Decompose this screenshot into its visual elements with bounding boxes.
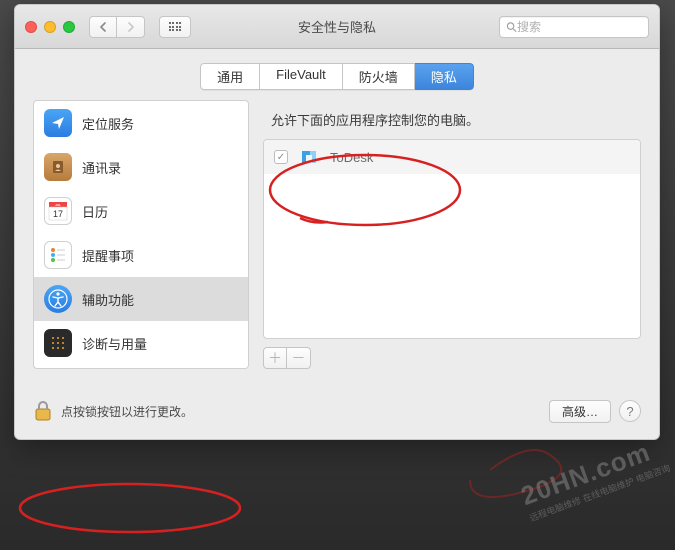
tab-firewall[interactable]: 防火墙 xyxy=(343,63,415,90)
advanced-button[interactable]: 高级… xyxy=(549,400,611,423)
detail-description: 允许下面的应用程序控制您的电脑。 xyxy=(263,100,641,139)
sidebar-item-label: 诊断与用量 xyxy=(82,334,147,353)
app-row[interactable]: ✓ ToDesk xyxy=(264,140,640,174)
preferences-window: 安全性与隐私 通用 FileVault 防火墙 隐私 定位服务 xyxy=(14,4,660,440)
sidebar-item-label: 日历 xyxy=(82,202,108,221)
detail-pane: 允许下面的应用程序控制您的电脑。 ✓ ToDesk ＋ － xyxy=(263,100,641,369)
add-remove-buttons: ＋ － xyxy=(263,347,641,369)
watermark: 20HN.com 远程电脑维修 在线电脑维护 电脑咨询 xyxy=(517,432,672,524)
sidebar-item-label: 定位服务 xyxy=(82,114,134,133)
sidebar-item-reminders[interactable]: 提醒事项 xyxy=(34,233,248,277)
sidebar-item-location[interactable]: 定位服务 xyxy=(34,101,248,145)
grid-icon xyxy=(169,22,182,31)
sidebar-item-diagnostics[interactable]: 诊断与用量 xyxy=(34,321,248,365)
privacy-sidebar: 定位服务 通讯录 JUL 17 日历 提醒事项 xyxy=(33,100,249,369)
show-all-button[interactable] xyxy=(159,16,191,38)
calendar-icon: JUL 17 xyxy=(44,197,72,225)
help-button[interactable]: ? xyxy=(619,400,641,422)
tab-bar: 通用 FileVault 防火墙 隐私 xyxy=(15,49,659,100)
accessibility-icon xyxy=(44,285,72,313)
sidebar-item-label: 辅助功能 xyxy=(82,290,134,309)
lock-text: 点按锁按钮以进行更改。 xyxy=(61,403,193,420)
app-list: ✓ ToDesk xyxy=(263,139,641,339)
sidebar-item-label: 通讯录 xyxy=(82,158,121,177)
sidebar-item-label: 提醒事项 xyxy=(82,246,134,265)
zoom-icon[interactable] xyxy=(63,21,75,33)
add-button[interactable]: ＋ xyxy=(263,347,287,369)
tab-filevault[interactable]: FileVault xyxy=(260,63,343,90)
location-icon xyxy=(44,109,72,137)
sidebar-item-calendar[interactable]: JUL 17 日历 xyxy=(34,189,248,233)
titlebar: 安全性与隐私 xyxy=(15,5,659,49)
contacts-icon xyxy=(44,153,72,181)
app-name: ToDesk xyxy=(330,150,373,165)
content-area: 定位服务 通讯录 JUL 17 日历 提醒事项 xyxy=(15,100,659,383)
tab-privacy[interactable]: 隐私 xyxy=(415,63,474,90)
svg-text:17: 17 xyxy=(53,209,63,219)
search-input[interactable] xyxy=(517,20,642,34)
minimize-icon[interactable] xyxy=(44,21,56,33)
todesk-icon xyxy=(298,146,320,168)
remove-button[interactable]: － xyxy=(287,347,311,369)
back-button[interactable] xyxy=(89,16,117,38)
reminders-icon xyxy=(44,241,72,269)
traffic-lights xyxy=(25,21,75,33)
app-checkbox[interactable]: ✓ xyxy=(274,150,288,164)
forward-button[interactable] xyxy=(117,16,145,38)
lock-icon[interactable] xyxy=(33,399,53,423)
sidebar-item-accessibility[interactable]: 辅助功能 xyxy=(34,277,248,321)
footer: 点按锁按钮以进行更改。 高级… ? xyxy=(15,383,659,439)
sidebar-item-contacts[interactable]: 通讯录 xyxy=(34,145,248,189)
tab-general[interactable]: 通用 xyxy=(200,63,260,90)
tab-segment: 通用 FileVault 防火墙 隐私 xyxy=(200,63,474,90)
diagnostics-icon xyxy=(44,329,72,357)
search-icon xyxy=(506,21,517,33)
nav-buttons xyxy=(89,16,145,38)
svg-text:JUL: JUL xyxy=(55,203,61,207)
search-field[interactable] xyxy=(499,16,649,38)
close-icon[interactable] xyxy=(25,21,37,33)
